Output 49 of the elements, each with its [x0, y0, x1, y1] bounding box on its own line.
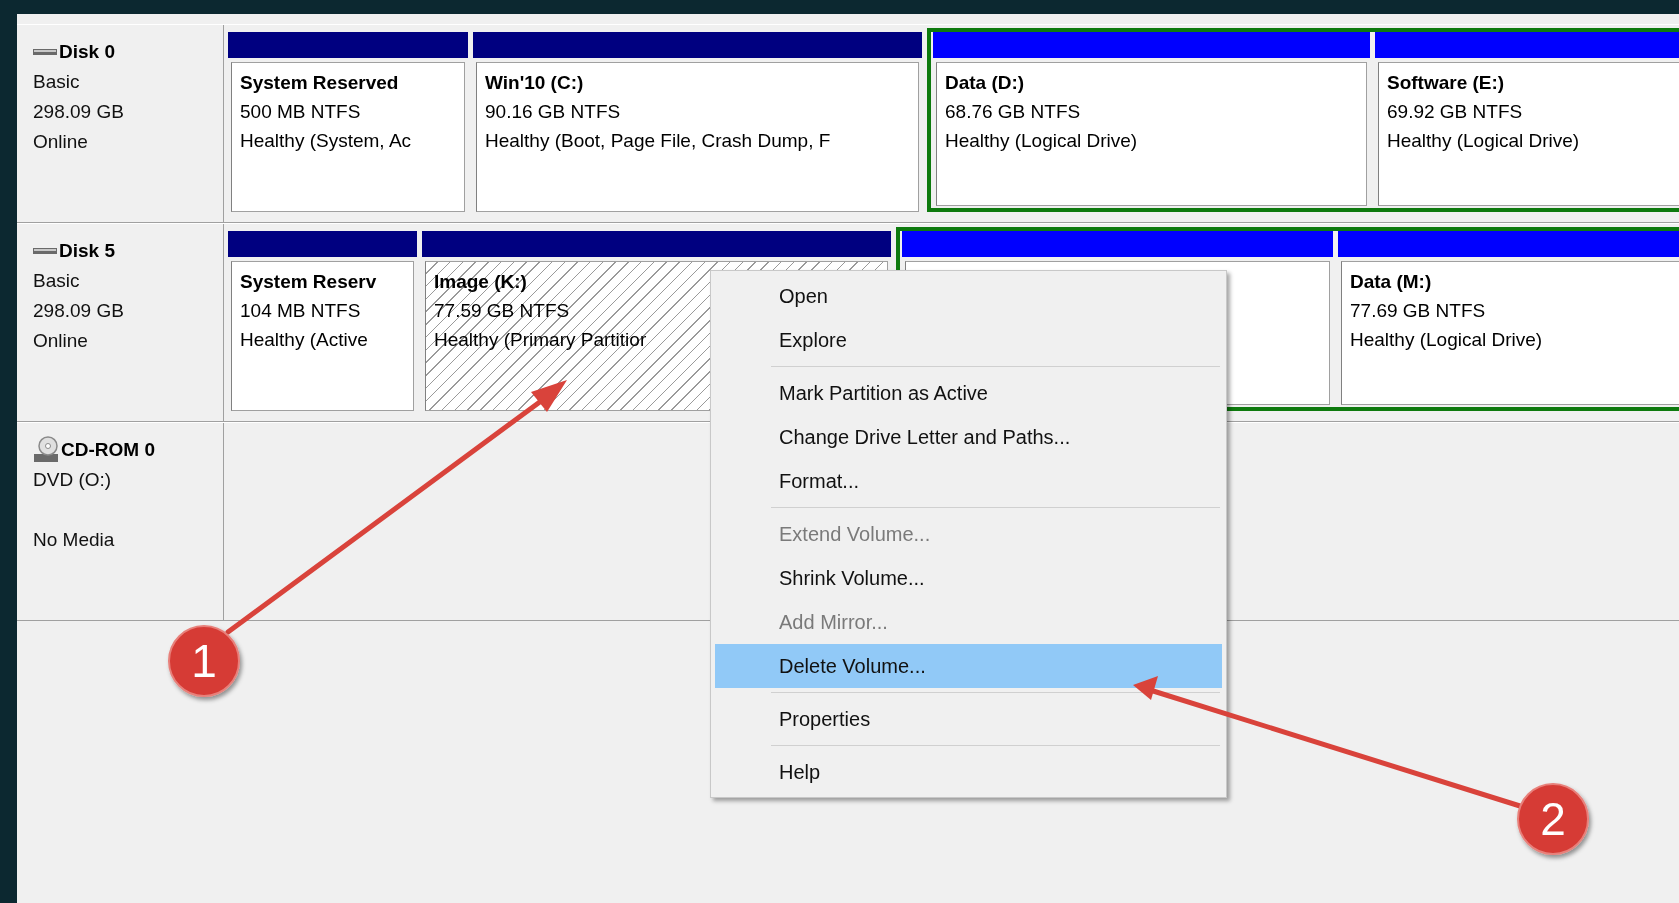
partition-title: Data (D:)	[945, 71, 1025, 95]
disk-drive-icon	[33, 246, 57, 256]
disk-info: 298.09 GB	[33, 299, 124, 323]
disk-info: 298.09 GB	[33, 100, 124, 124]
disk-name: Disk 5	[59, 240, 115, 262]
step-badge: 1	[168, 625, 240, 697]
partition-box[interactable]: Data (M:) 77.69 GB NTFS Healthy (Logical Drive)	[1341, 261, 1679, 405]
partition-title: Software (E:)	[1387, 71, 1505, 95]
partition-size: 104 MB NTFS	[240, 299, 361, 323]
disk-info: Basic	[33, 269, 80, 293]
disk-info: No Media	[33, 528, 115, 552]
disk-info: Online	[33, 329, 88, 353]
partition-status: Healthy (Logical Drive)	[1350, 328, 1543, 352]
disk-info: Online	[33, 130, 88, 154]
partition-box[interactable]: System Reserv 104 MB NTFS Healthy (Active	[231, 261, 414, 411]
partition-status: Healthy (System, Ac	[240, 129, 412, 153]
partition-size: 90.16 GB NTFS	[485, 100, 621, 124]
menu-item[interactable]: Format...	[715, 459, 1222, 503]
partition-box[interactable]: Software (E:) 69.92 GB NTFS Healthy (Logical Drive)	[1378, 62, 1679, 206]
disk-info: DVD (O:)	[33, 468, 112, 492]
partition-title: System Reserved	[240, 71, 399, 95]
partition-title: Data (M:)	[1350, 270, 1432, 294]
partition-size: 69.92 GB NTFS	[1387, 100, 1523, 124]
partition-status: Healthy (Primary Partitior	[434, 328, 647, 352]
menu-item[interactable]: Change Drive Letter and Paths...	[715, 415, 1222, 459]
partition-title: Win'10 (C:)	[485, 71, 584, 95]
partition-size: 77.69 GB NTFS	[1350, 299, 1486, 323]
partition-status: Healthy (Boot, Page File, Crash Dump, F	[485, 129, 831, 153]
partition-status: Healthy (Active	[240, 328, 368, 352]
partition-size: 68.76 GB NTFS	[945, 100, 1081, 124]
menu-item[interactable]: Help	[715, 750, 1222, 794]
partition-box[interactable]: Win'10 (C:) 90.16 GB NTFS Healthy (Boot, Page File, Crash Dump, F	[476, 62, 919, 212]
partition-size: 500 MB NTFS	[240, 100, 361, 124]
menu-item[interactable]: Shrink Volume...	[715, 556, 1222, 600]
partition-box[interactable]: Data (D:) 68.76 GB NTFS Healthy (Logical Drive)	[936, 62, 1367, 206]
partition-status: Healthy (Logical Drive)	[1387, 129, 1580, 153]
partition-box[interactable]: System Reserved 500 MB NTFS Healthy (System, Ac	[231, 62, 465, 212]
disk-drive-icon	[33, 47, 57, 57]
menu-item[interactable]: Properties	[715, 697, 1222, 741]
partition-title: Image (K:)	[434, 270, 527, 294]
disk-name: CD-ROM 0	[61, 439, 155, 461]
partition-status: Healthy (Logical Drive)	[945, 129, 1138, 153]
disk-name: Disk 0	[59, 41, 115, 63]
menu-item[interactable]: Delete Volume...	[715, 644, 1222, 688]
partition-size: 77.59 GB NTFS	[434, 299, 570, 323]
step-badge: 2	[1517, 783, 1589, 855]
partition-title: System Reserv	[240, 270, 377, 294]
disk-info: Basic	[33, 70, 80, 94]
cd-drive-icon	[33, 436, 59, 464]
